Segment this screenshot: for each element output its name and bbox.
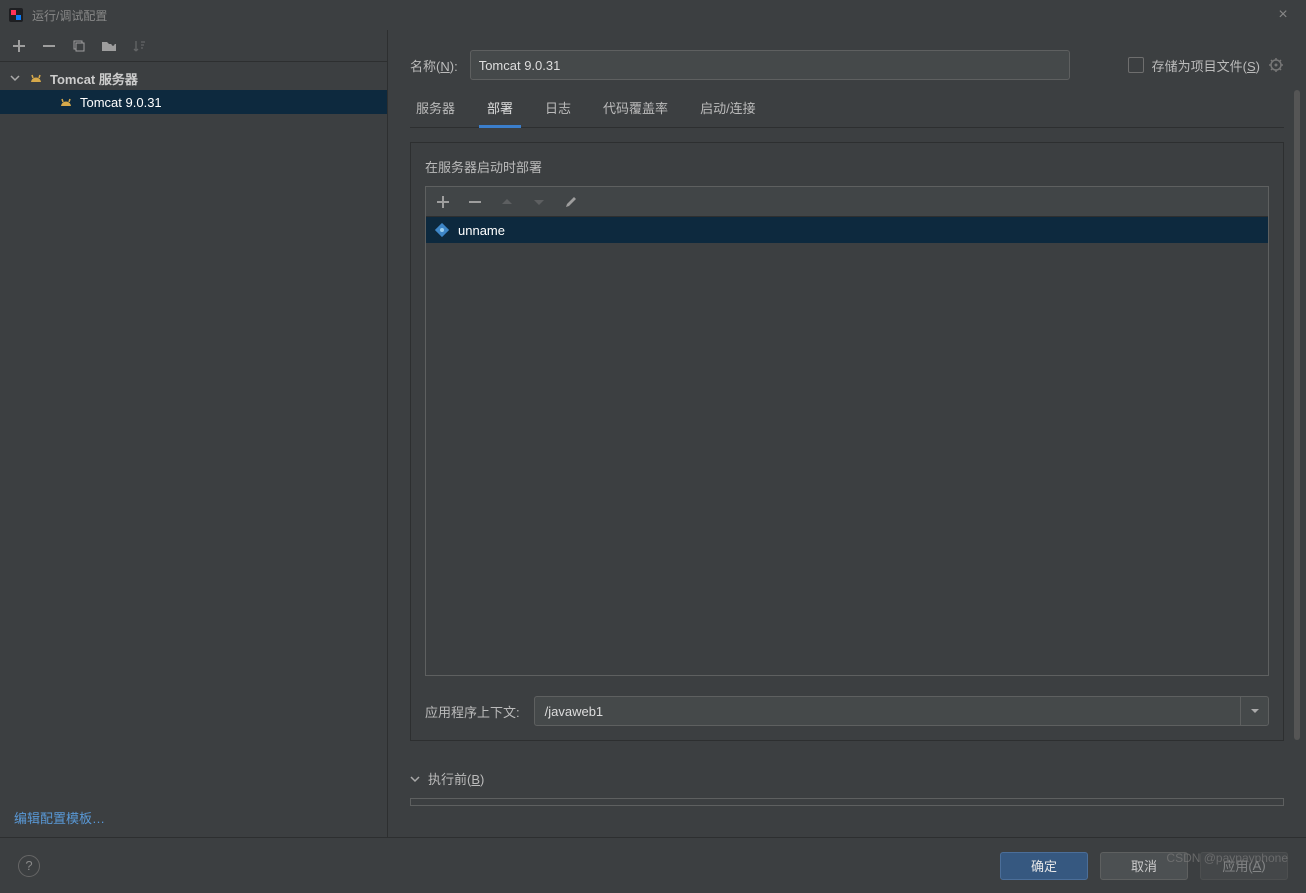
deploy-section-title: 在服务器启动时部署 (425, 157, 1269, 176)
tab-startup[interactable]: 启动/连接 (698, 90, 758, 127)
chevron-down-icon[interactable] (410, 774, 422, 784)
titlebar: 运行/调试配置 × (0, 0, 1306, 30)
chevron-down-icon[interactable] (10, 73, 22, 83)
context-combo[interactable]: /javaweb1 (534, 696, 1269, 726)
remove-icon[interactable] (466, 193, 484, 211)
edit-templates-link[interactable]: 编辑配置模板… (14, 811, 105, 826)
app-icon (8, 7, 24, 23)
remove-icon[interactable] (40, 37, 58, 55)
cancel-button[interactable]: 取消 (1100, 852, 1188, 880)
sidebar: Tomcat 服务器 Tomcat 9.0.31 编辑配置模板… (0, 30, 388, 837)
tomcat-icon (58, 94, 74, 110)
folder-icon[interactable] (100, 37, 118, 55)
sidebar-footer: 编辑配置模板… (0, 798, 387, 837)
tab-coverage[interactable]: 代码覆盖率 (601, 90, 670, 127)
help-icon[interactable]: ? (18, 855, 40, 877)
close-icon[interactable]: × (1268, 6, 1298, 24)
context-label: 应用程序上下文: (425, 702, 520, 721)
artifact-item[interactable]: unname (426, 217, 1268, 243)
artifact-label: unname (458, 223, 505, 238)
before-launch-section: 执行前(B) (410, 769, 1284, 806)
name-label: 名称(N): (410, 56, 458, 75)
tree-node-label: Tomcat 9.0.31 (80, 95, 162, 110)
dialog-footer: ? 确定 取消 应用(A) (0, 837, 1306, 893)
tree-node-tomcat-server[interactable]: Tomcat 服务器 (0, 66, 387, 90)
copy-icon[interactable] (70, 37, 88, 55)
before-launch-list[interactable] (410, 798, 1284, 806)
edit-icon[interactable] (562, 193, 580, 211)
add-icon[interactable] (10, 37, 28, 55)
context-row: 应用程序上下文: /javaweb1 (425, 696, 1269, 726)
tree-node-label: Tomcat 服务器 (50, 69, 138, 88)
ok-button[interactable]: 确定 (1000, 852, 1088, 880)
store-checkbox[interactable] (1128, 57, 1144, 73)
tab-server[interactable]: 服务器 (414, 90, 457, 127)
store-area: 存储为项目文件(S) (1128, 56, 1284, 75)
chevron-down-icon[interactable] (1240, 697, 1268, 725)
tomcat-icon (28, 70, 44, 86)
move-down-icon (530, 193, 548, 211)
artifacts-toolbar (426, 187, 1268, 217)
artifacts-list: unname (425, 186, 1269, 676)
before-launch-label: 执行前(B) (428, 769, 484, 788)
tab-logs[interactable]: 日志 (543, 90, 573, 127)
body: Tomcat 服务器 Tomcat 9.0.31 编辑配置模板… 名称(N): … (0, 30, 1306, 837)
tree-node-tomcat-instance[interactable]: Tomcat 9.0.31 (0, 90, 387, 114)
deployment-panel: 在服务器启动时部署 unname (410, 142, 1284, 741)
artifact-icon (434, 222, 450, 238)
sort-icon (130, 37, 148, 55)
artifacts-list-body[interactable]: unname (426, 217, 1268, 675)
store-label: 存储为项目文件(S) (1152, 56, 1260, 75)
config-tree[interactable]: Tomcat 服务器 Tomcat 9.0.31 (0, 62, 387, 798)
sidebar-toolbar (0, 30, 387, 62)
apply-button: 应用(A) (1200, 852, 1288, 880)
tab-deployment[interactable]: 部署 (485, 90, 515, 127)
tabs: 服务器 部署 日志 代码覆盖率 启动/连接 (410, 90, 1284, 128)
window-title: 运行/调试配置 (32, 7, 107, 24)
gear-icon[interactable] (1268, 57, 1284, 73)
add-icon[interactable] (434, 193, 452, 211)
move-up-icon (498, 193, 516, 211)
name-input[interactable] (470, 50, 1070, 80)
name-row: 名称(N): 存储为项目文件(S) (410, 50, 1284, 80)
context-value: /javaweb1 (545, 704, 604, 719)
main-panel: 名称(N): 存储为项目文件(S) 服务器 部署 日志 代码覆盖率 启动/连接 (388, 30, 1306, 837)
before-launch-header[interactable]: 执行前(B) (410, 769, 1284, 788)
scrollbar[interactable] (1294, 90, 1300, 740)
